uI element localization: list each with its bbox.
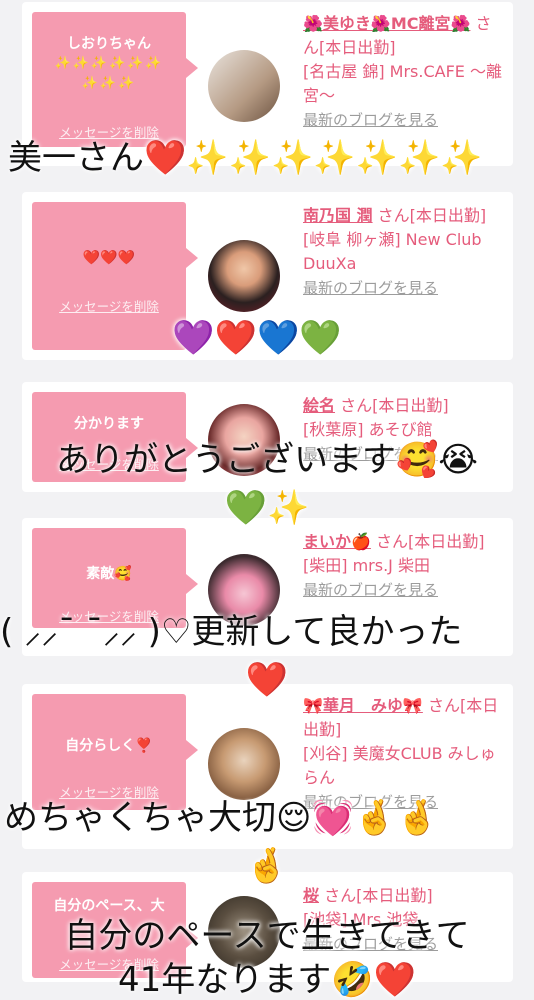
- girl-name-link[interactable]: 桜: [303, 886, 319, 905]
- latest-blog-link[interactable]: 最新のブログを見る: [303, 581, 438, 599]
- caption-line: めちゃくちゃ大切😌💓🤞🤞: [4, 798, 439, 838]
- caption-line: 🤞: [245, 846, 289, 886]
- message-bubble: しおりちゃん ✨✨✨✨✨✨ ✨✨✨ メッセージを削除: [32, 12, 198, 147]
- caption-line: ありがとうございます🥰😭: [55, 440, 479, 480]
- avatar[interactable]: [208, 50, 280, 122]
- shop-link[interactable]: [柴田] mrs.J 柴田: [303, 556, 430, 575]
- caption-line: 自分のペースで生きてきて: [64, 916, 470, 956]
- girl-name-link[interactable]: まいか🍎: [303, 532, 371, 551]
- message-bubble: 自分らしく❣️ メッセージを削除: [32, 694, 198, 810]
- caption-line: 美一さん❤️✨✨✨✨✨✨✨: [8, 138, 483, 178]
- caption-line: 💚✨: [224, 488, 310, 528]
- message-text: 自分のペース、大: [53, 898, 165, 914]
- message-text: ❤️❤️❤️: [82, 250, 136, 266]
- latest-blog-link[interactable]: 最新のブログを見る: [303, 111, 438, 129]
- girl-name-link[interactable]: 🌺美ゆき🌺MC離宮🌺: [303, 14, 470, 33]
- shop-link[interactable]: [秋葉原] あそび館: [303, 420, 433, 439]
- girl-name-link[interactable]: 南乃国 潤: [303, 206, 373, 225]
- status-text: さん[本日出勤]: [324, 886, 433, 905]
- status-text: さん[本日出勤]: [340, 396, 449, 415]
- shop-link[interactable]: [岐阜 柳ヶ瀬] New Club DuuXa: [303, 230, 482, 273]
- message-sparkles: ✨✨✨✨✨✨ ✨✨✨: [54, 56, 164, 91]
- caption-line: ( ⸝⸝¯ ¯⸝⸝ )♡更新して良かった: [0, 612, 463, 652]
- profile-info: 🌺美ゆき🌺MC離宮🌺 さん[本日出勤] [名古屋 錦] Mrs.CAFE 〜離宮…: [303, 12, 503, 132]
- status-text: さん[本日出勤]: [376, 532, 485, 551]
- caption-line: 41年なります🤣❤️: [118, 960, 416, 1000]
- avatar[interactable]: [208, 728, 280, 800]
- girl-name-link[interactable]: 絵名: [303, 396, 335, 415]
- profile-info: 🎀華月 みゆ🎀 さん[本日出勤] [刈谷] 美魔女CLUB みしゅらん 最新のブ…: [303, 694, 503, 814]
- shop-link[interactable]: [名古屋 錦] Mrs.CAFE 〜離宮〜: [303, 62, 502, 105]
- caption-line: ❤️: [245, 660, 289, 700]
- avatar[interactable]: [208, 240, 280, 312]
- latest-blog-link[interactable]: 最新のブログを見る: [303, 279, 438, 297]
- caption-line: 💜❤️💙💚: [172, 318, 342, 358]
- delete-message-link[interactable]: メッセージを削除: [32, 296, 186, 315]
- status-text: さん[本日出勤]: [377, 206, 487, 225]
- message-text: 分かります: [74, 416, 144, 432]
- message-text: 素敵🥰: [86, 566, 132, 582]
- message-text: 自分らしく❣️: [65, 738, 153, 754]
- message-text: しおりちゃん: [67, 36, 151, 52]
- profile-info: まいか🍎 さん[本日出勤] [柴田] mrs.J 柴田 最新のブログを見る: [303, 530, 503, 602]
- profile-info: 南乃国 潤 さん[本日出勤] [岐阜 柳ヶ瀬] New Club DuuXa 最…: [303, 204, 503, 300]
- shop-link[interactable]: [刈谷] 美魔女CLUB みしゅらん: [303, 744, 496, 787]
